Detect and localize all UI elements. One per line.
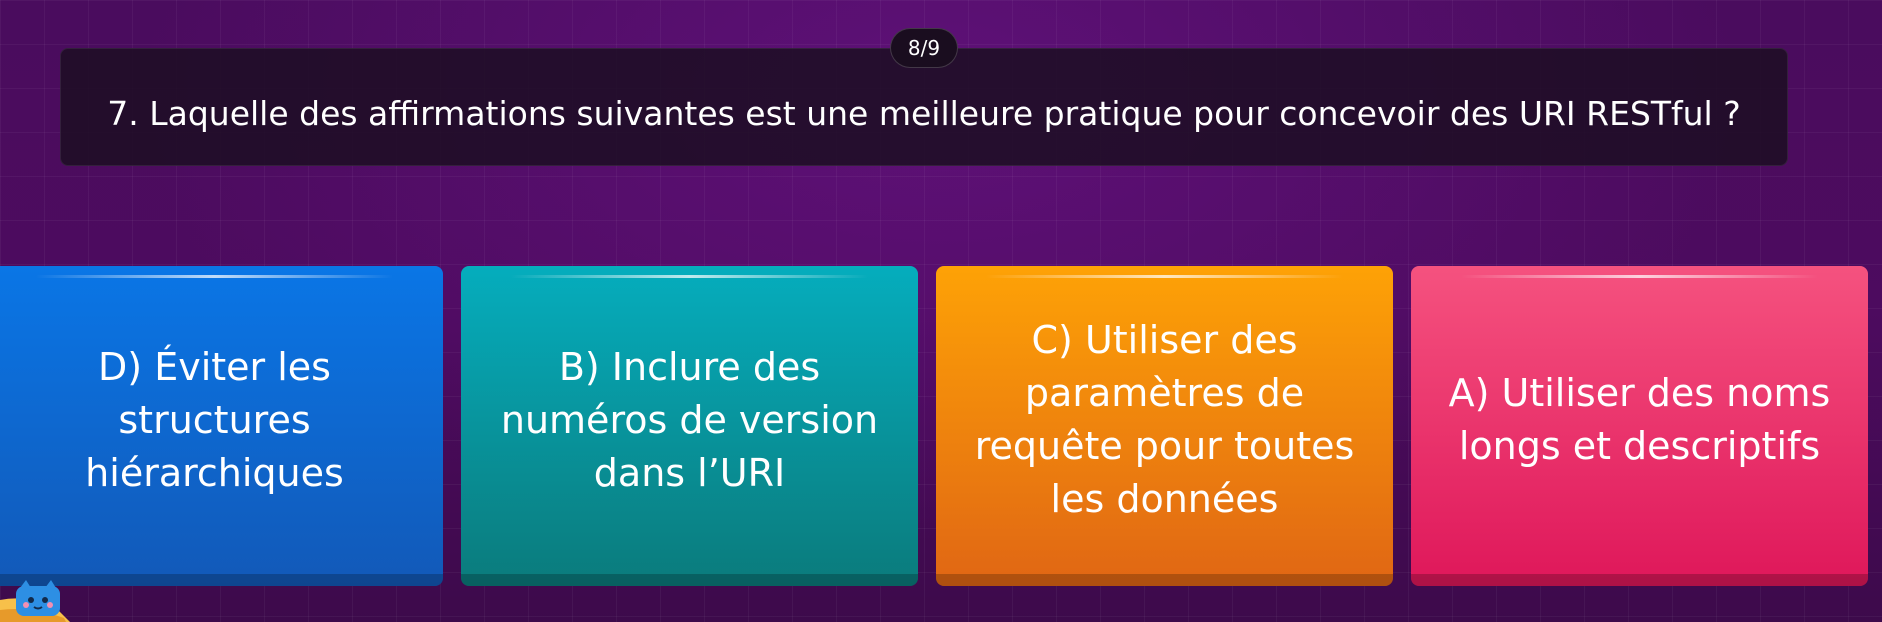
answer-option-b[interactable]: B) Inclure des numéros de version dans l… (461, 266, 918, 586)
answer-option-c-label: C) Utiliser des paramètres de requête po… (974, 318, 1355, 521)
answer-options: D) Éviter les structures hiérarchiques B… (0, 266, 1868, 586)
answer-option-d[interactable]: D) Éviter les structures hiérarchiques (0, 266, 443, 586)
answer-option-b-label: B) Inclure des numéros de version dans l… (500, 344, 879, 495)
question-text: 7. Laquelle des affirmations suivantes e… (107, 93, 1741, 133)
question-counter: 8/9 (890, 28, 958, 68)
answer-option-a-label: A) Utiliser des noms longs et descriptif… (1448, 371, 1831, 468)
answer-option-d-label: D) Éviter les structures hiérarchiques (85, 344, 344, 495)
question-counter-label: 8/9 (907, 36, 941, 60)
answer-option-c[interactable]: C) Utiliser des paramètres de requête po… (936, 266, 1393, 586)
answer-option-a[interactable]: A) Utiliser des noms longs et descriptif… (1411, 266, 1868, 586)
cat-mascot-icon (0, 580, 70, 622)
